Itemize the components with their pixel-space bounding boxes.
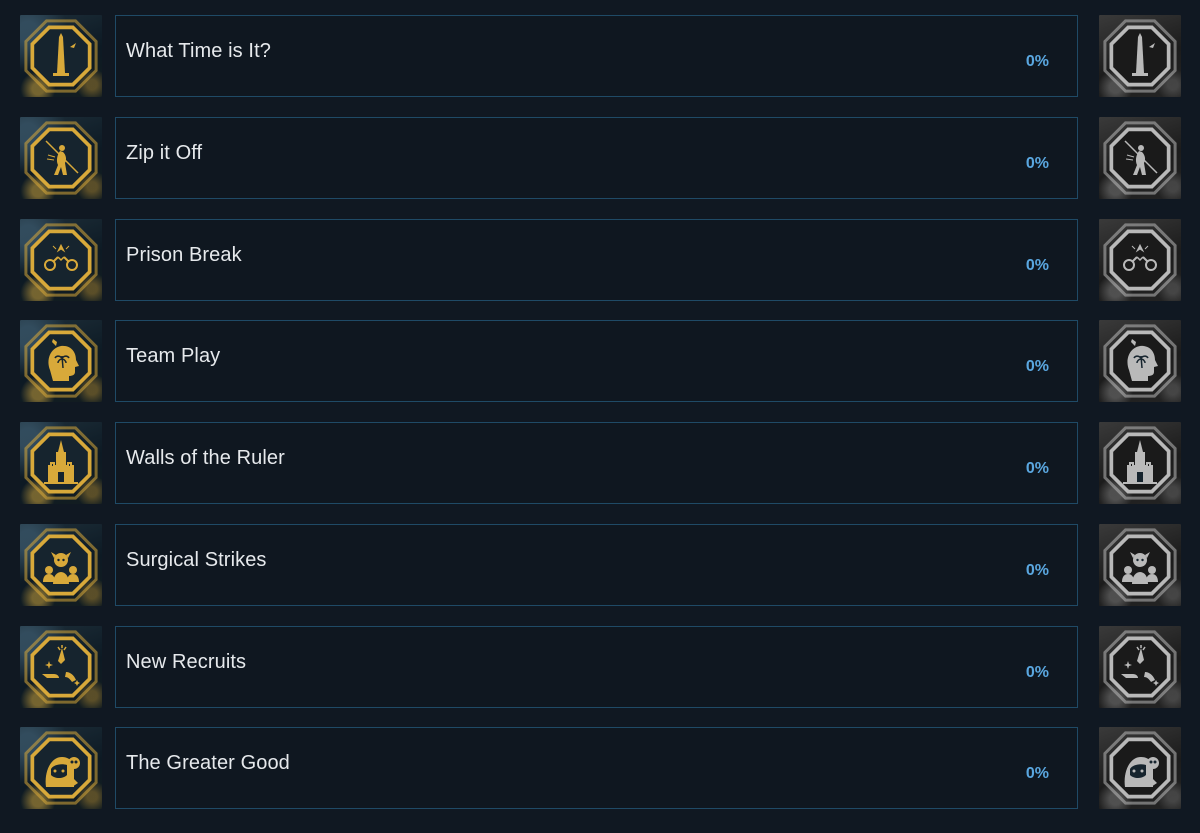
achievement-title: Zip it Off [126,142,203,164]
hands-recruit-icon [20,626,102,708]
zipline-icon [20,117,102,199]
achievement-row[interactable]: Team Play 0% [0,320,1200,402]
recruit-skull-icon [20,727,102,809]
achievement-row[interactable]: The Greater Good 0% [0,727,1200,809]
achievement-bar[interactable]: Walls of the Ruler 0% [115,422,1078,504]
achievement-title: Surgical Strikes [126,549,267,571]
achievement-title: New Recruits [126,651,247,673]
achievement-bar[interactable]: What Time is It? 0% [115,15,1078,97]
achievement-bar[interactable]: The Greater Good 0% [115,727,1078,809]
broken-shackles-icon [20,219,102,301]
head-palm-icon [20,320,102,402]
achievement-list: What Time is It? 0% Zip it Off 0% Prison B… [0,0,1200,833]
fortress-tower-icon [20,422,102,504]
achievement-title: Walls of the Ruler [126,447,285,469]
achievement-percent: 0% [1025,562,1049,579]
achievement-bar[interactable]: Zip it Off 0% [115,117,1078,199]
obelisk-icon [20,15,102,97]
obelisk-locked-icon [1099,15,1181,97]
recruit-skull-locked-icon [1099,727,1181,809]
zipline-locked-icon [1099,117,1181,199]
achievement-row[interactable]: Zip it Off 0% [0,117,1200,199]
achievement-bar[interactable]: Prison Break 0% [115,219,1078,301]
broken-shackles-locked-icon [1099,219,1181,301]
head-palm-locked-icon [1099,320,1181,402]
achievement-percent: 0% [1025,460,1049,477]
achievement-bar[interactable]: Team Play 0% [115,320,1078,402]
achievement-row[interactable]: Surgical Strikes 0% [0,524,1200,606]
masked-targets-icon [20,524,102,606]
achievement-percent: 0% [1025,664,1049,681]
achievement-percent: 0% [1025,155,1049,172]
achievement-title: The Greater Good [126,752,290,774]
achievement-row[interactable]: New Recruits 0% [0,626,1200,708]
achievement-bar[interactable]: Surgical Strikes 0% [115,524,1078,606]
achievement-percent: 0% [1025,765,1049,782]
masked-targets-locked-icon [1099,524,1181,606]
achievement-bar[interactable]: New Recruits 0% [115,626,1078,708]
achievement-row[interactable]: What Time is It? 0% [0,15,1200,97]
achievement-percent: 0% [1025,358,1049,375]
achievement-title: Team Play [126,345,221,367]
achievement-title: What Time is It? [126,40,271,62]
achievement-percent: 0% [1025,257,1049,274]
hands-recruit-locked-icon [1099,626,1181,708]
achievement-title: Prison Break [126,244,242,266]
achievement-row[interactable]: Walls of the Ruler 0% [0,422,1200,504]
achievement-percent: 0% [1025,53,1049,70]
fortress-tower-locked-icon [1099,422,1181,504]
achievement-row[interactable]: Prison Break 0% [0,219,1200,301]
